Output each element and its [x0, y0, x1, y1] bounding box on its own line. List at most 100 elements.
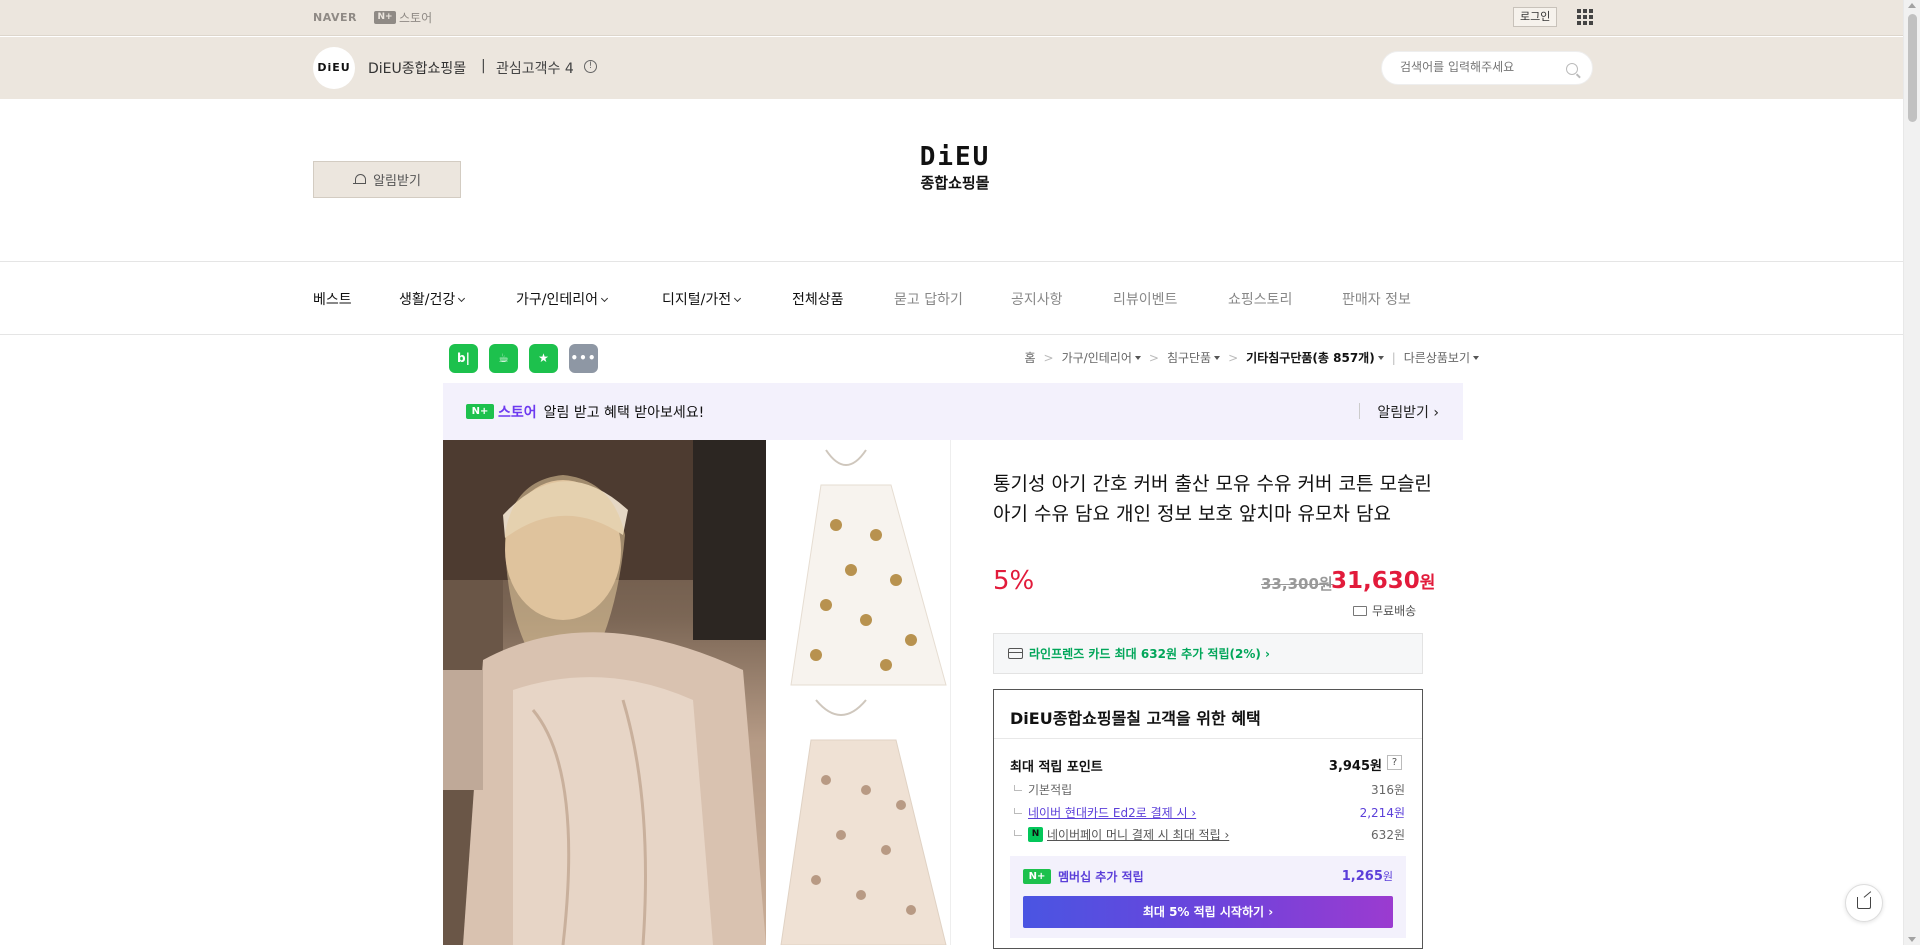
- breadcrumb-category1[interactable]: 가구/인테리어: [1062, 349, 1141, 366]
- caret-down-icon: [1134, 356, 1141, 360]
- membership-label: 멤버십 추가 적립: [1058, 870, 1144, 884]
- card-benefit-box[interactable]: 라인프렌즈 카드 최대 632원 추가 적립(2%) ›: [993, 633, 1423, 674]
- main-logo[interactable]: DiEU 종합쇼핑몰: [905, 142, 1005, 193]
- shipping-label: 무료배송: [1372, 604, 1417, 618]
- breadcrumb-separator: >: [1043, 350, 1054, 365]
- nav-qna[interactable]: 묻고 답하기: [894, 289, 963, 309]
- naver-logo[interactable]: NAVER: [313, 11, 357, 24]
- caret-down-icon: [1377, 356, 1384, 360]
- nav-notice[interactable]: 공지사항: [1011, 289, 1063, 309]
- bell-icon: [353, 173, 367, 187]
- search-box[interactable]: [1381, 51, 1593, 85]
- nplus-store-label: 스토어: [399, 11, 433, 25]
- main-logo-line1: DiEU: [919, 142, 991, 172]
- membership-box: N+ 멤버십 추가 적립 1,265원 최대 5% 적립 시작하기 ›: [1010, 856, 1406, 938]
- bookmark-icon[interactable]: ★: [529, 344, 558, 373]
- scroll-up-icon[interactable]: [1908, 3, 1916, 8]
- promo-alert-link[interactable]: 알림받기 ›: [1377, 402, 1439, 422]
- caret-down-icon: [1214, 356, 1221, 360]
- breadcrumb-category2-label: 침구단품: [1166, 351, 1212, 365]
- nplus-icon: N+: [466, 404, 494, 419]
- main-logo-line2: 종합쇼핑몰: [920, 174, 990, 192]
- blog-icon[interactable]: b|: [449, 344, 478, 373]
- search-icon[interactable]: [1566, 63, 1578, 75]
- nplus-store-link[interactable]: N+ 스토어: [374, 9, 432, 26]
- divider: [994, 738, 1422, 739]
- nav-living-health[interactable]: 생활/건강: [399, 289, 466, 309]
- apps-grid-icon[interactable]: [1577, 9, 1593, 25]
- nav-seller-info[interactable]: 판매자 정보: [1342, 289, 1411, 309]
- scroll-down-icon[interactable]: [1908, 937, 1916, 942]
- page-scrollbar[interactable]: [1903, 0, 1920, 945]
- naverpay-icon: N: [1028, 827, 1043, 842]
- nav-living-health-label: 생활/건강: [399, 292, 456, 308]
- help-icon[interactable]: ?: [1387, 755, 1402, 770]
- share-button[interactable]: [1845, 884, 1883, 922]
- nav-best[interactable]: 베스트: [313, 289, 352, 309]
- nav-digital[interactable]: 디지털/가전: [662, 289, 742, 309]
- sale-price-value: 31,630: [1331, 568, 1420, 594]
- breadcrumb: 홈 > 가구/인테리어 > 침구단품 > 기타침구단품(총 857개) | 다른…: [1024, 349, 1479, 366]
- notify-button[interactable]: 알림받기: [313, 161, 461, 198]
- discount-rate: 5%: [993, 566, 1035, 596]
- nav-shopping-story[interactable]: 쇼핑스토리: [1228, 289, 1292, 309]
- membership-value-unit: 원: [1382, 870, 1393, 883]
- login-button[interactable]: 로그인: [1513, 7, 1558, 27]
- benefits-title: DiEU종합쇼핑몰칠 고객을 위한 혜택: [1010, 709, 1261, 728]
- breadcrumb-category3[interactable]: 기타침구단품(총 857개): [1246, 349, 1384, 366]
- points-row-basic: 기본적립: [1014, 781, 1072, 798]
- breadcrumb-separator: >: [1148, 350, 1159, 365]
- share-badges: b| ☕ ★ •••: [449, 344, 598, 373]
- product-photo-model: [443, 440, 766, 945]
- max-points-label: 최대 적립 포인트: [1010, 760, 1103, 775]
- nav-digital-label: 디지털/가전: [662, 292, 732, 308]
- membership-start-button[interactable]: 최대 5% 적립 시작하기 ›: [1023, 896, 1393, 928]
- sale-price: 31,630원: [1331, 568, 1435, 594]
- sale-price-unit: 원: [1419, 573, 1436, 593]
- other-products-dropdown[interactable]: 다른상품보기: [1404, 349, 1479, 366]
- breadcrumb-category2[interactable]: 침구단품: [1166, 349, 1221, 366]
- cover-illustration: [780, 449, 947, 945]
- truck-icon: [1353, 605, 1367, 616]
- search-input[interactable]: [1400, 60, 1560, 74]
- notify-label: 알림받기: [373, 174, 421, 189]
- chevron-down-icon: [600, 294, 609, 303]
- nav-furniture[interactable]: 가구/인테리어: [516, 289, 609, 309]
- benefits-box: DiEU종합쇼핑몰칠 고객을 위한 혜택 최대 적립 포인트 3,945원 ? …: [993, 689, 1423, 949]
- points-row-value: 316원: [1371, 783, 1405, 797]
- more-icon[interactable]: •••: [569, 344, 598, 373]
- main-nav: 베스트 생활/건강 가구/인테리어 디지털/가전 전체상품 묻고 답하기 공지사…: [0, 261, 1903, 335]
- cafe-icon[interactable]: ☕: [489, 344, 518, 373]
- points-row-npay-link[interactable]: 네이버페이 머니 결제 시 최대 적립 ›: [1047, 826, 1229, 843]
- points-row-label: 기본적립: [1028, 783, 1073, 797]
- caret-down-icon: [1473, 356, 1479, 360]
- points-row-npay: N 네이버페이 머니 결제 시 최대 적립 ›: [1014, 826, 1229, 843]
- nplus-icon: N+: [1023, 869, 1051, 884]
- store-separator: |: [481, 58, 486, 74]
- store-alert-banner: N+ 스토어 알림 받고 혜택 받아보세요! 알림받기 ›: [443, 383, 1463, 440]
- membership-value-number: 1,265: [1341, 869, 1383, 884]
- card-benefit-text: 라인프렌즈 카드 최대 632원 추가 적립(2%) ›: [1029, 647, 1270, 661]
- tree-branch-icon: [1014, 784, 1022, 791]
- points-row-card-link[interactable]: 네이버 현대카드 Ed2로 결제 시 ›: [1028, 804, 1196, 821]
- breadcrumb-category3-label: 기타침구단품(총 857개): [1246, 351, 1375, 365]
- nav-all-products[interactable]: 전체상품: [792, 289, 844, 309]
- membership-value: 1,265원: [1342, 868, 1393, 884]
- other-products-label: 다른상품보기: [1403, 351, 1470, 365]
- promo-divider: [1359, 403, 1360, 419]
- store-header: DiEU DiEU종합쇼핑몰 | 관심고객수 4 !: [0, 37, 1903, 99]
- product-image[interactable]: [443, 440, 951, 945]
- product-photo-flat: [766, 440, 951, 945]
- breadcrumb-separator: >: [1228, 350, 1239, 365]
- nav-review-event[interactable]: 리뷰이벤트: [1113, 289, 1177, 309]
- nplus-icon: N+: [374, 11, 396, 24]
- scroll-thumb[interactable]: [1908, 14, 1917, 122]
- store-logo[interactable]: DiEU: [313, 47, 355, 89]
- tree-branch-icon: [1014, 829, 1022, 836]
- chevron-down-icon: [734, 294, 742, 303]
- breadcrumb-category1-label: 가구/인테리어: [1061, 351, 1132, 365]
- breadcrumb-home[interactable]: 홈: [1024, 349, 1035, 366]
- store-name[interactable]: DiEU종합쇼핑몰: [368, 58, 466, 78]
- breadcrumb-divider: |: [1391, 350, 1396, 365]
- info-icon[interactable]: !: [584, 60, 597, 73]
